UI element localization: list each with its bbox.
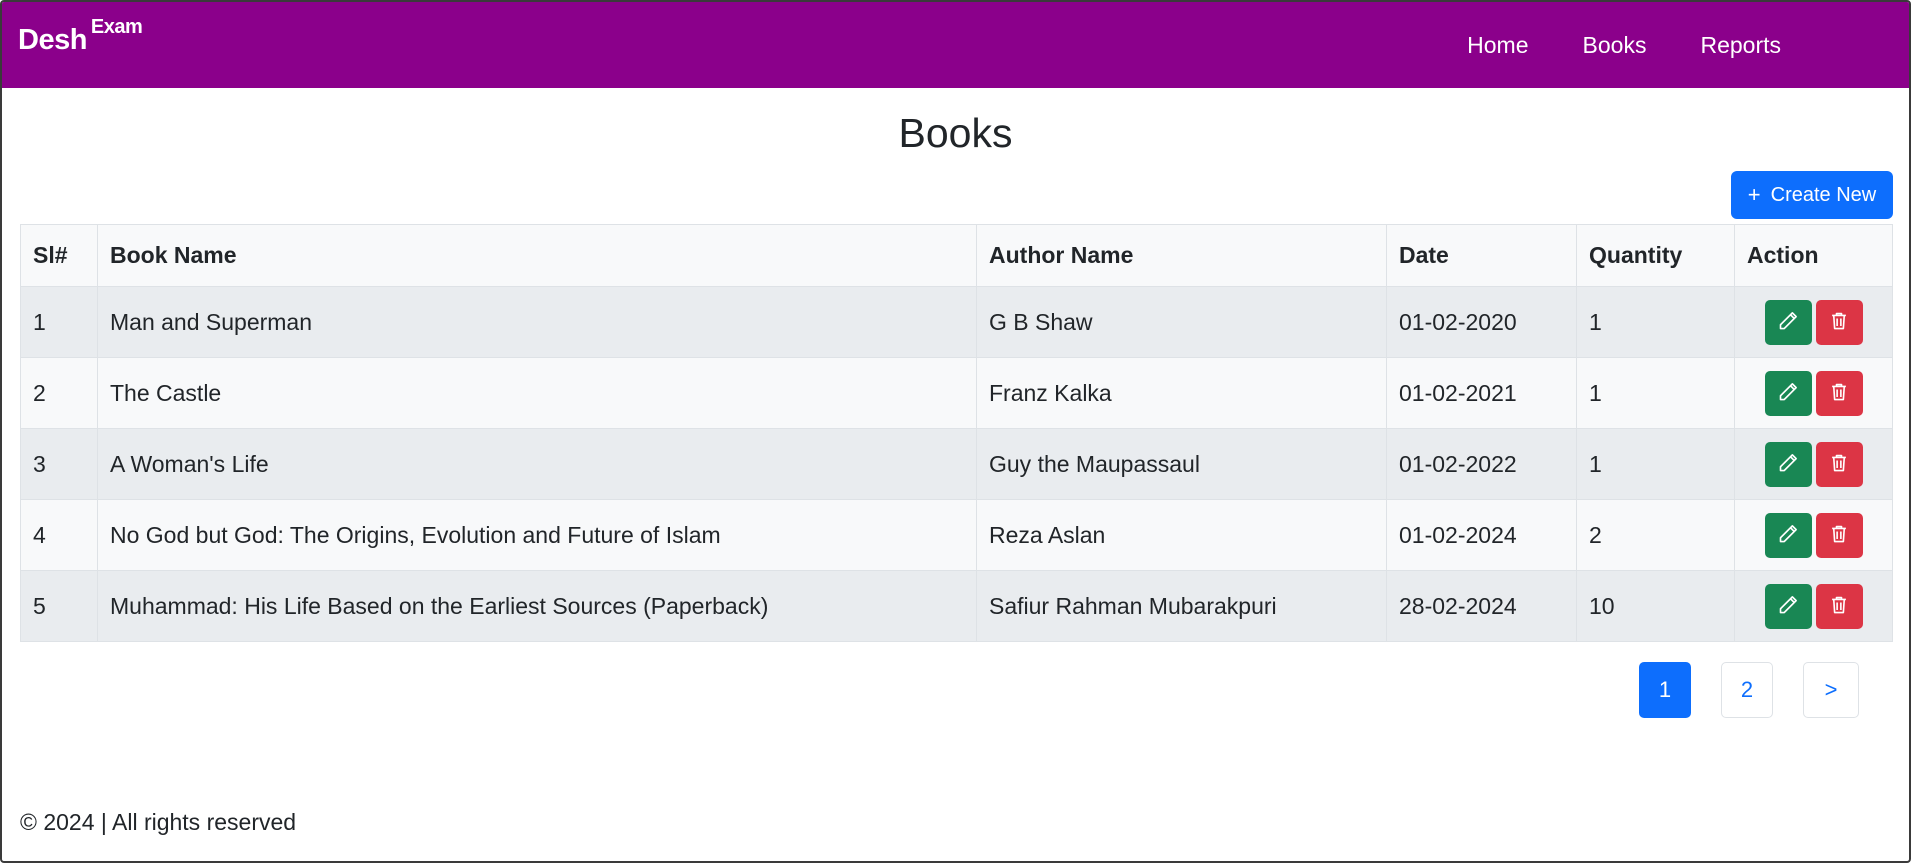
cell-book-name: Muhammad: His Life Based on the Earliest… [97,570,977,642]
brand-name: Desh [18,24,87,56]
table-row: 3A Woman's Life Guy the Maupassaul 01-02-2… [20,428,1893,500]
header-author-name[interactable]: Author Name [976,224,1387,287]
pencil-icon [1778,382,1798,405]
cell-author-name: Franz Kalka [976,357,1387,429]
table-row: 1 Man and Superman G B Shaw 01-02-2020 1 [20,286,1893,358]
cell-author-name: Guy the Maupassaul [976,428,1387,500]
cell-sl: 1 [20,286,98,358]
page-1-button[interactable]: 1 [1639,662,1691,718]
cell-quantity: 1 [1576,357,1735,429]
cell-actions [1734,286,1893,358]
books-table: Sl# Book Name Author Name Date Quantity … [20,224,1893,642]
cell-date: 01-02-2021 [1386,357,1577,429]
cell-book-name: Man and Superman [97,286,977,358]
plus-icon: + [1747,182,1761,207]
cell-sl: 5 [20,570,98,642]
trash-icon [1829,595,1849,618]
nav-link-books[interactable]: Books [1583,32,1647,59]
header-date[interactable]: Date [1386,224,1577,287]
header-action: Action [1734,224,1893,287]
nav-link-home[interactable]: Home [1467,32,1528,59]
cell-book-name: No God but God: The Origins, Evolution a… [97,499,977,571]
next-page-button[interactable]: > [1803,662,1859,718]
page-2-button[interactable]: 2 [1721,662,1773,718]
navbar: Desh Exam Home Books Reports [2,2,1909,88]
pencil-icon [1778,595,1798,618]
edit-button[interactable] [1764,441,1812,487]
table-row: 5 Muhammad: His Life Based on the Earlies… [20,570,1893,642]
cell-author-name: G B Shaw [976,286,1387,358]
trash-icon [1829,453,1849,476]
app-frame: Desh Exam Home Books Reports Books + Crea… [0,0,1911,863]
delete-button[interactable] [1815,299,1863,345]
delete-button[interactable] [1815,512,1863,558]
pagination: 1 2 > [1639,662,1859,718]
cell-date: 01-02-2022 [1386,428,1577,500]
cell-author-name: Reza Aslan [976,499,1387,571]
cell-date: 28-02-2024 [1386,570,1577,642]
pencil-icon [1778,311,1798,334]
cell-sl: 4 [20,499,98,571]
trash-icon [1829,524,1849,547]
trash-icon [1829,382,1849,405]
cell-quantity: 2 [1576,499,1735,571]
cell-quantity: 1 [1576,428,1735,500]
trash-icon [1829,311,1849,334]
cell-actions [1734,428,1893,500]
edit-button[interactable] [1764,370,1812,416]
table-row: 2 The Castle Franz Kalka 01-02-2021 1 [20,357,1893,429]
nav-link-reports[interactable]: Reports [1700,32,1781,59]
cell-quantity: 1 [1576,286,1735,358]
edit-button[interactable] [1764,512,1812,558]
brand-logo[interactable]: Desh Exam [18,16,143,57]
table-row: 4 No God but God: The Origins, Evolution … [20,499,1893,571]
footer-copyright: © 2024 | All rights reserved [20,809,297,835]
cell-sl: 2 [20,357,98,429]
nav-links: Home Books Reports [1467,32,1781,59]
cell-actions [1734,570,1893,642]
pencil-icon [1778,453,1798,476]
cell-book-name: A Woman's Life [97,428,977,500]
create-new-button[interactable]: + Create New [1731,171,1893,219]
edit-button[interactable] [1764,299,1812,345]
cell-author-name: Safiur Rahman Mubarakpuri [976,570,1387,642]
delete-button[interactable] [1815,583,1863,629]
cell-actions [1734,357,1893,429]
create-new-label: Create New [1770,183,1877,206]
header-book-name[interactable]: Book Name [97,224,977,287]
brand-superscript: Exam [90,16,143,38]
edit-button[interactable] [1764,583,1812,629]
pencil-icon [1778,524,1798,547]
cell-date: 01-02-2024 [1386,499,1577,571]
cell-actions [1734,499,1893,571]
cell-sl: 3 [20,428,98,500]
cell-date: 01-02-2020 [1386,286,1577,358]
table-header-row: Sl# Book Name Author Name Date Quantity … [20,224,1893,287]
cell-book-name: The Castle [97,357,977,429]
delete-button[interactable] [1815,441,1863,487]
header-quantity[interactable]: Quantity [1576,224,1735,287]
header-sl[interactable]: Sl# [20,224,98,287]
page-title: Books [898,110,1013,156]
delete-button[interactable] [1815,370,1863,416]
cell-quantity: 10 [1576,570,1735,642]
